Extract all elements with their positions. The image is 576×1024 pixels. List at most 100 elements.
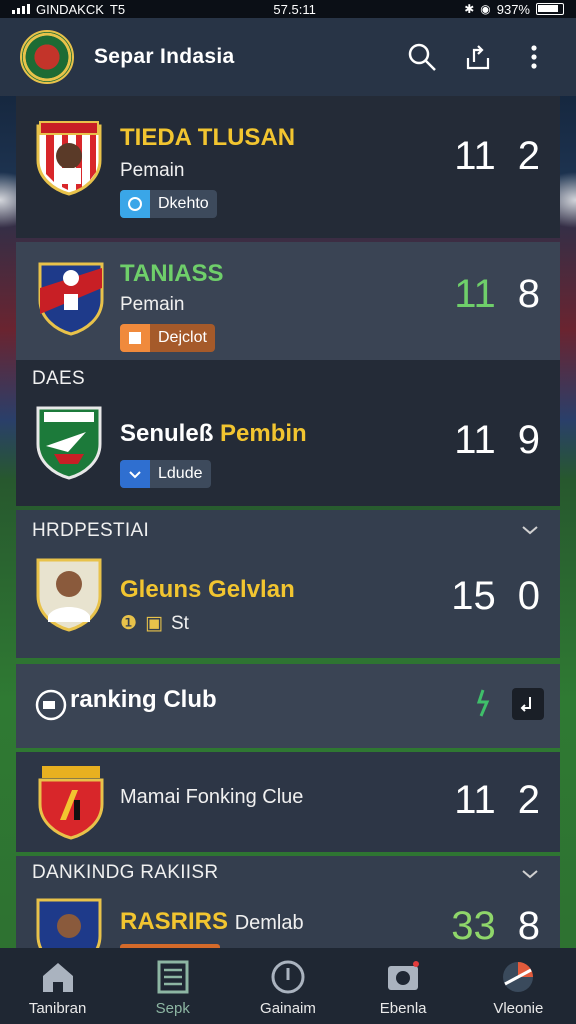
bottom-nav: Tanibran Sepk Gainaim Ebenla Vleonie	[0, 948, 576, 1024]
score-right: 0	[517, 574, 540, 618]
player-portrait-icon	[36, 558, 102, 632]
ranking-title: ranking Club	[70, 686, 217, 713]
more-vert-icon	[531, 45, 537, 69]
match-score: 11 2	[454, 134, 540, 179]
status-time: 57.5:11	[273, 1, 316, 17]
status-chip[interactable]: Dejclot	[120, 324, 215, 352]
score-left: 11	[454, 134, 496, 178]
team-name: RASRIRS Demlab	[120, 908, 304, 936]
team-crest-icon	[38, 262, 104, 336]
score-left: 33	[451, 904, 496, 948]
score-right: 9	[517, 418, 540, 462]
match-card[interactable]: TIEDA TLUSAN Pemain Dkehto 11 2	[16, 96, 560, 238]
chip-label: Dejclot	[158, 329, 207, 346]
nav-label: Tanibran	[28, 1000, 87, 1017]
section-header: DANKINDG RAKIISR	[32, 862, 219, 883]
player-label: Pemain	[120, 160, 185, 181]
match-score: 11 2	[454, 778, 540, 823]
nav-item-game[interactable]: Gainaim	[238, 958, 338, 1017]
alarm-icon: ◉	[480, 2, 491, 16]
signal-extra: T5	[109, 1, 126, 17]
match-score: 33 8	[451, 904, 540, 948]
match-card[interactable]: DAES Senuleß Pembin Ldude 11 9	[16, 360, 560, 506]
chevron-down-icon[interactable]	[518, 518, 542, 542]
app-bar: Separ Indasia	[0, 18, 576, 96]
expand-button[interactable]	[512, 688, 544, 720]
player-meta: ❶ ▣ St	[120, 612, 189, 635]
team-crest-icon	[36, 121, 102, 196]
score-left: 15	[451, 574, 496, 618]
chevron-down-icon[interactable]	[518, 862, 542, 886]
chevron-down-icon	[120, 460, 150, 488]
nav-item-home[interactable]: Tanibran	[8, 958, 108, 1017]
player-portrait-icon	[36, 898, 102, 948]
team-name: Mamai Fonking Clue	[120, 786, 304, 808]
player-meta-label: St	[171, 612, 189, 634]
team-name: TIEDA TLUSAN	[120, 124, 296, 151]
carrier-name: GINDAKCK	[36, 1, 104, 17]
score-left: 11	[454, 418, 496, 462]
signal-icon	[12, 4, 30, 14]
nav-item-table[interactable]: Sepk	[123, 958, 223, 1017]
match-card[interactable]: TANIASS Pemain Dejclot 11 8	[16, 242, 560, 360]
chip-label: Dkehto	[158, 195, 209, 212]
ranking-banner[interactable]: ranking Club	[16, 664, 560, 748]
status-chip[interactable]: Dkehto	[120, 190, 217, 218]
match-card[interactable]: DANKINDG RAKIISR RASRIRS Demlab 33 8	[16, 856, 560, 948]
team-name-prefix: RASRIRS	[120, 908, 229, 935]
home-icon	[42, 963, 73, 992]
nav-item-more[interactable]: Vleonie	[468, 958, 568, 1017]
match-card[interactable]: HRDPESTIAI Gleuns Gelvlan ❶ ▣ St 15 0	[16, 510, 560, 658]
ranking-icon	[35, 689, 67, 721]
team-name-prefix: Senuleß	[120, 420, 214, 447]
player-label: Pemain	[120, 294, 185, 315]
team-name: Senuleß Pembin	[120, 420, 307, 448]
match-score: 11 9	[454, 418, 540, 463]
player-name: Gleuns Gelvlan	[120, 576, 295, 603]
battery-level: 937%	[496, 1, 530, 17]
match-list[interactable]: TIEDA TLUSAN Pemain Dkehto 11 2 TANIASS P…	[16, 96, 560, 948]
score-right: 8	[517, 904, 540, 948]
more-button[interactable]	[512, 35, 556, 79]
trending-icon	[476, 689, 490, 717]
arrow-icon	[520, 697, 531, 712]
app-logo	[20, 30, 74, 84]
circle-icon	[271, 960, 305, 994]
camera-icon	[388, 961, 420, 990]
team-name: TANIASS	[120, 260, 224, 287]
status-bar: GINDAKCK T5 57.5:11 ✱ ◉ 937%	[0, 0, 576, 18]
match-score: 15 0	[451, 574, 540, 619]
nav-label: Vleonie	[493, 1000, 544, 1017]
team-name-suffix: Demlab	[234, 912, 304, 934]
team-crest-icon	[38, 766, 104, 840]
battery-icon	[535, 3, 564, 15]
share-button[interactable]	[456, 35, 500, 79]
search-icon	[408, 43, 436, 71]
score-left: 11	[454, 778, 496, 822]
share-icon	[466, 45, 490, 70]
medal-icon: ❶	[120, 613, 138, 634]
ball-icon	[503, 962, 534, 992]
nav-label: Ebenla	[379, 1000, 427, 1017]
nav-item-media[interactable]: Ebenla	[353, 958, 453, 1017]
score-right: 8	[517, 272, 540, 316]
score-left: 11	[454, 272, 496, 316]
bluetooth-icon: ✱	[464, 2, 475, 16]
section-header: HRDPESTIAI	[32, 520, 150, 541]
nav-label: Gainaim	[260, 1000, 316, 1017]
chip-label: Ldude	[158, 465, 203, 482]
search-button[interactable]	[400, 35, 444, 79]
status-chip[interactable]: Ldude	[120, 460, 211, 488]
toggle-icon	[120, 324, 150, 352]
toggle-icon	[120, 190, 150, 218]
section-header: DAES	[32, 368, 85, 389]
nav-label: Sepk	[155, 1000, 190, 1017]
score-right: 2	[517, 778, 540, 822]
match-card[interactable]: Mamai Fonking Clue 11 2	[16, 752, 560, 852]
app-title: Separ Indasia	[94, 45, 235, 68]
match-score: 11 8	[454, 272, 540, 317]
team-crest-icon	[36, 406, 102, 480]
table-icon	[157, 960, 189, 994]
team-name-suffix: Pembin	[220, 420, 307, 447]
badge-icon: ▣	[145, 613, 163, 634]
